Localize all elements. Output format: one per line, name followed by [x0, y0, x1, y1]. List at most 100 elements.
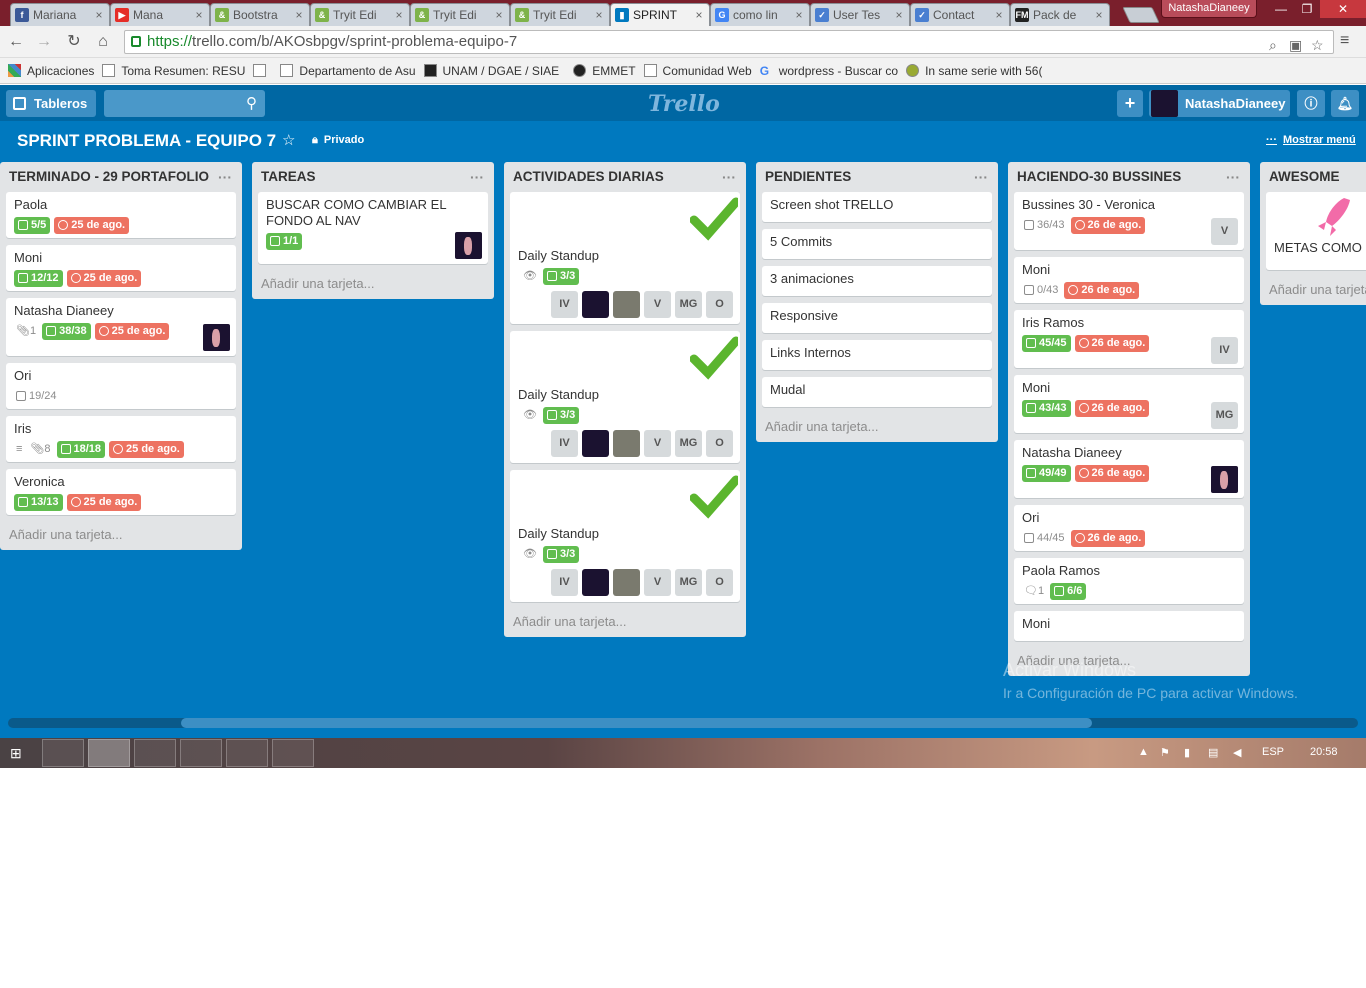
card[interactable]: Moni 43/43 26 de ago. MG: [1014, 375, 1244, 433]
card[interactable]: Moni 12/12 25 de ago.: [6, 245, 236, 291]
tab-close-icon[interactable]: ×: [993, 8, 1005, 22]
tab-close-icon[interactable]: ×: [293, 8, 305, 22]
card[interactable]: Moni 0/43 26 de ago.: [1014, 257, 1244, 303]
bookmark-item[interactable]: Toma Resumen: RESU: [102, 64, 245, 78]
card[interactable]: Veronica 13/13 25 de ago.: [6, 469, 236, 515]
card[interactable]: Mudal: [762, 377, 992, 407]
add-card-link[interactable]: Añadir una tarjeta...: [762, 414, 992, 436]
member-avatar[interactable]: [613, 430, 640, 457]
member-avatar[interactable]: IV: [551, 291, 578, 318]
list-menu-icon[interactable]: ···: [218, 162, 232, 192]
chrome-icon[interactable]: [88, 739, 130, 767]
card[interactable]: Links Internos: [762, 340, 992, 370]
list-header[interactable]: AWESOME···: [1266, 162, 1366, 192]
forward-icon[interactable]: →: [34, 32, 54, 52]
member-avatar[interactable]: [582, 430, 609, 457]
member-avatar[interactable]: MG: [675, 430, 702, 457]
member-avatar[interactable]: V: [644, 430, 671, 457]
tab-close-icon[interactable]: ×: [393, 8, 405, 22]
member-avatar[interactable]: [203, 324, 230, 351]
list-menu-icon[interactable]: ···: [974, 162, 988, 192]
star-icon[interactable]: ☆: [1311, 34, 1324, 56]
browser-tab[interactable]: & Tryit Edi ×: [410, 3, 510, 26]
info-icon[interactable]: ⓘ: [1297, 90, 1325, 117]
bookmark-item[interactable]: Gwordpress - Buscar co: [760, 64, 898, 78]
browser-tab[interactable]: & Tryit Edi ×: [310, 3, 410, 26]
tab-close-icon[interactable]: ×: [693, 8, 705, 22]
browser-tab[interactable]: & Tryit Edi ×: [510, 3, 610, 26]
bookmark-item[interactable]: Aplicaciones: [8, 64, 94, 78]
member-avatar[interactable]: MG: [1211, 402, 1238, 429]
bell-icon[interactable]: 🔔︎: [1331, 90, 1359, 117]
show-menu-link[interactable]: ··· Mostrar menú: [1266, 134, 1356, 146]
card[interactable]: Iris ≡ 📎︎ 8 18/18 25 de ago.: [6, 416, 236, 462]
tab-close-icon[interactable]: ×: [193, 8, 205, 22]
app-icon[interactable]: [272, 739, 314, 767]
member-avatar[interactable]: [582, 291, 609, 318]
member-avatar[interactable]: [1211, 466, 1238, 493]
card[interactable]: Paola 5/5 25 de ago.: [6, 192, 236, 238]
browser-tab[interactable]: f Mariana ×: [10, 3, 110, 26]
card[interactable]: Daily Standup 👁︎ 3/3 IV V MG O: [510, 192, 741, 324]
member-avatar[interactable]: [613, 569, 640, 596]
card[interactable]: Ori 19/24: [6, 363, 236, 409]
browser-tab[interactable]: ✓ Contact ×: [910, 3, 1010, 26]
browser-tab[interactable]: ✓ User Tes ×: [810, 3, 910, 26]
browser-tab[interactable]: ▮ SPRINT ×: [610, 3, 710, 26]
card[interactable]: METAS COMO E: [1266, 192, 1366, 270]
card[interactable]: Paola Ramos 🗨︎ 1 6/6: [1014, 558, 1244, 604]
translate-icon[interactable]: ▣: [1289, 34, 1302, 56]
card[interactable]: Responsive: [762, 303, 992, 333]
browser-tab[interactable]: FM Pack de ×: [1010, 3, 1110, 26]
card[interactable]: 5 Commits: [762, 229, 992, 259]
member-avatar[interactable]: V: [1211, 218, 1238, 245]
add-card-link[interactable]: Añadir una tarjeta...: [6, 522, 236, 544]
list-menu-icon[interactable]: ···: [470, 162, 484, 192]
boards-button[interactable]: Tableros: [6, 90, 96, 117]
member-avatar[interactable]: [582, 569, 609, 596]
minimize-icon[interactable]: —: [1268, 0, 1294, 18]
network-icon[interactable]: ▤: [1208, 746, 1218, 759]
tab-close-icon[interactable]: ×: [93, 8, 105, 22]
zoom-icon[interactable]: ⌕: [1269, 34, 1277, 56]
new-tab-button[interactable]: [1122, 7, 1160, 23]
card[interactable]: Iris Ramos 45/45 26 de ago. IV: [1014, 310, 1244, 368]
language-indicator[interactable]: ESP: [1262, 746, 1284, 758]
tab-close-icon[interactable]: ×: [493, 8, 505, 22]
file-explorer-icon[interactable]: [42, 739, 84, 767]
card[interactable]: Natasha Dianeey 49/49 26 de ago.: [1014, 440, 1244, 498]
address-bar[interactable]: https://trello.com/b/AKOsbpgv/sprint-pro…: [124, 30, 1334, 54]
member-avatar[interactable]: V: [644, 291, 671, 318]
add-card-link[interactable]: Añadir una tarjeta...: [1266, 277, 1366, 299]
back-icon[interactable]: ←: [6, 32, 26, 52]
list-header[interactable]: HACIENDO-30 BUSSINES ···: [1014, 162, 1244, 192]
bookmark-item[interactable]: UNAM / DGAE / SIAE: [423, 64, 559, 78]
member-avatar[interactable]: [613, 291, 640, 318]
restore-icon[interactable]: ❐: [1294, 0, 1320, 18]
browser-tab[interactable]: & Bootstra ×: [210, 3, 310, 26]
member-avatar[interactable]: IV: [551, 569, 578, 596]
bookmark-item[interactable]: EMMET: [573, 64, 636, 78]
trello-logo[interactable]: Trello: [648, 91, 720, 117]
privacy-button[interactable]: 🔒︎ Privado: [312, 134, 364, 147]
bookmark-item[interactable]: Comunidad Web: [643, 64, 752, 78]
card[interactable]: Daily Standup 👁︎ 3/3 IV V MG O: [510, 331, 741, 463]
member-avatar[interactable]: O: [706, 569, 733, 596]
list-header[interactable]: TERMINADO - 29 PORTAFOLIO ···: [6, 162, 236, 192]
member-avatar[interactable]: IV: [551, 430, 578, 457]
card[interactable]: BUSCAR COMO CAMBIAR EL FONDO AL NAV 1/1: [258, 192, 488, 264]
tab-close-icon[interactable]: ×: [793, 8, 805, 22]
member-avatar[interactable]: O: [706, 291, 733, 318]
member-avatar[interactable]: MG: [675, 569, 702, 596]
list-header[interactable]: TAREAS ···: [258, 162, 488, 192]
horizontal-scrollbar-thumb[interactable]: [181, 718, 1092, 728]
card[interactable]: Ori 44/45 26 de ago.: [1014, 505, 1244, 551]
browser-tab[interactable]: ▶ Mana ×: [110, 3, 210, 26]
tab-close-icon[interactable]: ×: [893, 8, 905, 22]
windows-start-icon[interactable]: ⊞: [10, 745, 26, 761]
member-avatar[interactable]: MG: [675, 291, 702, 318]
profile-name[interactable]: NatashaDianeey: [1161, 0, 1257, 18]
tray-expand-icon[interactable]: ▲: [1138, 746, 1149, 758]
bookmark-item[interactable]: [253, 64, 272, 77]
search-input[interactable]: ⚲: [104, 90, 265, 117]
